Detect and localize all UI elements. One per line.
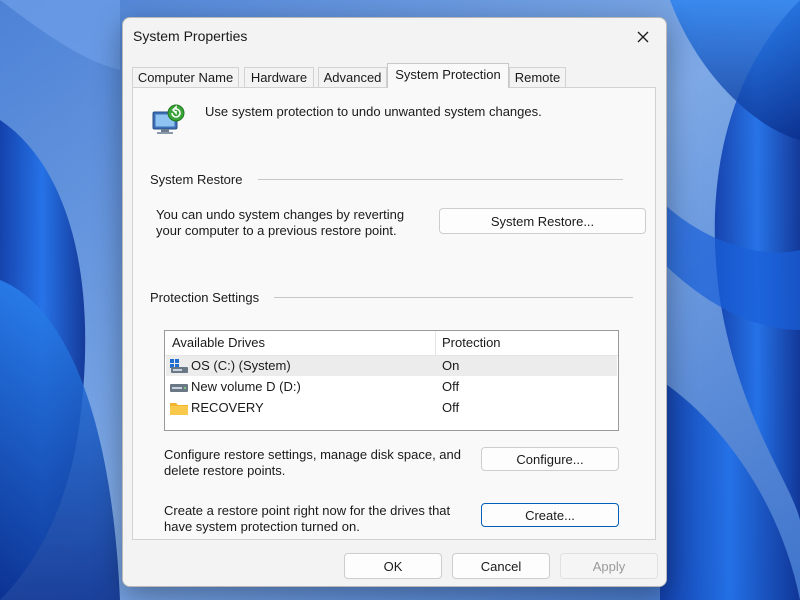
list-item[interactable]: OS (C:) (System) On [166, 356, 617, 376]
folder-icon [170, 403, 188, 415]
create-button[interactable]: Create... [481, 503, 619, 527]
tab-label: Advanced [323, 70, 382, 85]
description-line: Configure restore settings, manage disk … [164, 447, 462, 462]
system-properties-dialog: System Properties Computer Name Hardware… [122, 17, 667, 587]
title-bar[interactable]: System Properties [123, 18, 666, 58]
drive-cell: RECOVERY [170, 398, 264, 418]
apply-button[interactable]: Apply [560, 553, 658, 579]
tab-remote[interactable]: Remote [509, 67, 566, 87]
dialog-title: System Properties [133, 28, 248, 44]
column-header-protection[interactable]: Protection [435, 331, 618, 355]
cancel-button[interactable]: Cancel [452, 553, 550, 579]
tab-hardware[interactable]: Hardware [244, 67, 314, 87]
drive-protection-status: On [442, 358, 460, 373]
available-drives-list[interactable]: Available Drives Protection OS (C:) (Sys… [164, 330, 619, 431]
intro-text: Use system protection to undo unwanted s… [205, 104, 542, 119]
list-header: Available Drives Protection [165, 331, 618, 356]
tab-label: System Protection [395, 67, 501, 82]
drive-cell: OS (C:) (System) [170, 356, 291, 376]
tab-label: Hardware [250, 70, 308, 85]
list-item[interactable]: RECOVERY Off [166, 398, 617, 418]
description-line: Create a restore point right now for the… [164, 503, 451, 518]
system-drive-icon [170, 359, 188, 373]
description-line: You can undo system changes by reverting [156, 207, 405, 222]
system-protection-icon [152, 104, 185, 134]
close-button[interactable] [620, 18, 666, 56]
tab-system-protection[interactable]: System Protection [387, 63, 509, 88]
description-line: your computer to a previous restore poin… [156, 223, 397, 238]
drive-name: RECOVERY [191, 400, 264, 415]
ok-button[interactable]: OK [344, 553, 442, 579]
tab-label: Remote [514, 70, 561, 85]
column-header-available-drives[interactable]: Available Drives [165, 331, 435, 355]
list-item[interactable]: New volume D (D:) Off [166, 377, 617, 397]
description-line: delete restore points. [164, 463, 286, 478]
drive-name: New volume D (D:) [191, 379, 301, 394]
drive-protection-status: Off [442, 379, 460, 394]
system-protection-panel: Use system protection to undo unwanted s… [132, 87, 656, 540]
drive-cell: New volume D (D:) [170, 377, 301, 397]
description-line: have system protection turned on. [164, 519, 360, 534]
drive-protection-status: Off [442, 400, 460, 415]
section-divider [258, 179, 623, 180]
tab-computer-name[interactable]: Computer Name [132, 67, 239, 87]
create-description: Create a restore point right now for the… [164, 503, 450, 535]
configure-button[interactable]: Configure... [481, 447, 619, 471]
system-restore-description: You can undo system changes by reverting… [156, 207, 404, 239]
protection-settings-section-label: Protection Settings [150, 290, 268, 305]
section-divider [274, 297, 633, 298]
drive-icon [170, 384, 188, 392]
tab-label: Computer Name [137, 70, 234, 85]
system-restore-button[interactable]: System Restore... [439, 208, 646, 234]
system-restore-section-label: System Restore [150, 172, 251, 187]
dialog-footer: OK Cancel Apply [123, 540, 666, 586]
drive-name: OS (C:) (System) [191, 358, 291, 373]
tab-advanced[interactable]: Advanced [318, 67, 387, 87]
configure-description: Configure restore settings, manage disk … [164, 447, 461, 479]
close-icon [637, 31, 649, 43]
